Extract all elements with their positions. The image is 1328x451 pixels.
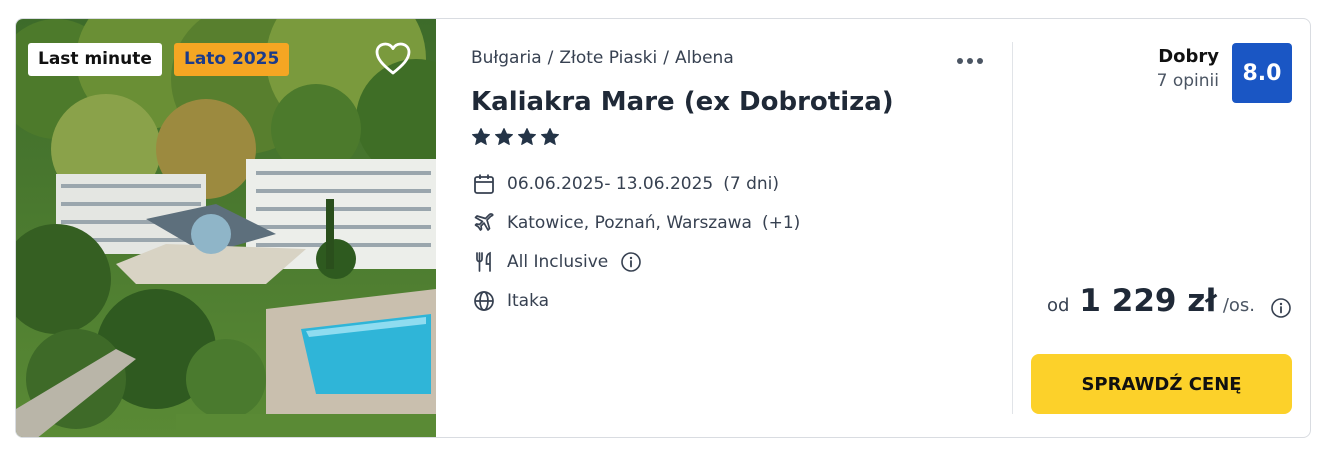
heart-icon — [375, 42, 411, 75]
more-icon — [967, 58, 973, 64]
rating-word: Dobry — [1158, 46, 1219, 67]
price-prefix: od — [1046, 295, 1070, 316]
calendar-icon — [471, 171, 497, 197]
more-icon — [957, 58, 963, 64]
divider — [1012, 42, 1013, 414]
cutlery-icon — [471, 249, 497, 275]
hotel-photo-image — [16, 19, 436, 437]
more-icon — [977, 58, 983, 64]
globe-icon — [471, 288, 497, 314]
price-info-icon[interactable] — [1270, 297, 1292, 319]
plane-icon — [471, 210, 497, 236]
dates-row: 06.06.2025- 13.06.2025 (7 dni) — [471, 171, 779, 197]
trip-dates: 06.06.2025- 13.06.2025 — [507, 174, 714, 194]
rating-score: 8.0 — [1232, 43, 1292, 103]
more-options-button[interactable] — [952, 49, 988, 73]
hotel-name[interactable]: Kaliakra Mare (ex Dobrotiza) — [471, 87, 894, 117]
star-icon — [472, 128, 490, 145]
departure-more[interactable]: (+1) — [762, 213, 800, 233]
hotel-stars — [471, 127, 560, 147]
breadcrumb: Bułgaria / Złote Piaski / Albena — [471, 48, 734, 68]
board-type: All Inclusive — [507, 252, 609, 272]
breadcrumb-region[interactable]: Złote Piaski — [559, 48, 657, 68]
star-icon — [541, 128, 559, 145]
operator-row: Itaka — [471, 288, 549, 314]
price-amount: 1 229 zł — [1079, 283, 1217, 319]
breadcrumb-country[interactable]: Bułgaria — [471, 48, 542, 68]
price: od 1 229 zł /os. — [1047, 283, 1255, 319]
last-minute-badge: Last minute — [28, 43, 162, 76]
breadcrumb-separator: / — [547, 48, 554, 68]
rating-summary: Dobry 7 opinii — [1157, 46, 1219, 91]
departure-row: Katowice, Poznań, Warszawa (+1) — [471, 210, 800, 236]
review-count[interactable]: 7 opinii — [1157, 71, 1219, 91]
board-row: All Inclusive — [471, 249, 642, 275]
star-icon — [495, 128, 513, 145]
tour-operator: Itaka — [507, 291, 550, 311]
breadcrumb-separator: / — [663, 48, 669, 68]
info-icon[interactable] — [620, 251, 642, 273]
offer-card[interactable]: Last minute Lato 2025 Bułgaria / Złote Pia… — [15, 18, 1311, 438]
price-unit: /os. — [1222, 295, 1255, 316]
departure-cities: Katowice, Poznań, Warszawa — [507, 213, 752, 233]
favorite-button[interactable] — [373, 39, 413, 79]
breadcrumb-city[interactable]: Albena — [675, 48, 734, 68]
season-badge: Lato 2025 — [174, 43, 290, 76]
check-price-button[interactable]: SPRAWDŹ CENĘ — [1031, 354, 1292, 414]
trip-duration: (7 dni) — [723, 174, 779, 194]
hotel-photo[interactable]: Last minute Lato 2025 — [16, 19, 436, 437]
star-icon — [518, 128, 536, 145]
